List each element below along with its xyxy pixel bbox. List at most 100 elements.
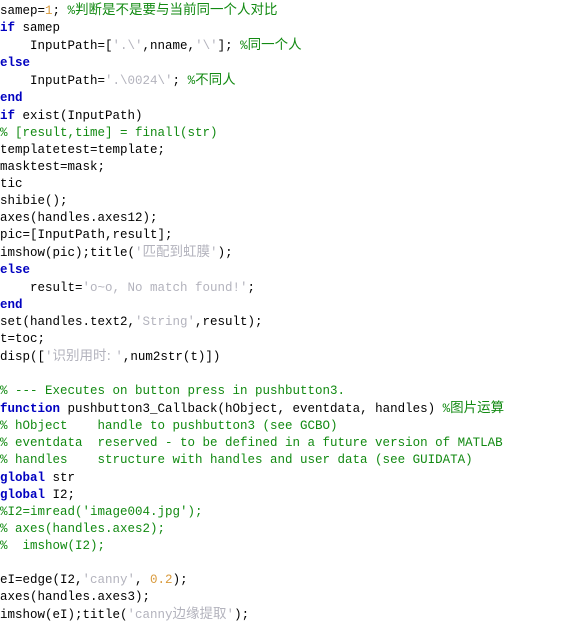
code-line: disp(['识别用时: ',num2str(t)])	[0, 348, 565, 366]
code-token-keyword: end	[0, 91, 23, 106]
code-token-string: '\'	[195, 39, 218, 54]
code-token-comment: 判断是不是要与当前同一个人对比	[75, 2, 278, 18]
code-token-plain: disp([	[0, 349, 46, 364]
code-token-string: '	[226, 608, 235, 623]
code-line: % handles structure with handles and use…	[0, 452, 565, 469]
code-line: %I2=imread('image004.jpg');	[0, 504, 565, 521]
code-token-string: 'String'	[135, 314, 196, 329]
code-token-string: '.\'	[112, 39, 143, 54]
code-token-comment: % --- Executes on button press in pushbu…	[0, 384, 346, 399]
code-token-keyword: if	[0, 108, 16, 123]
code-token-plain: InputPath=	[0, 74, 106, 89]
code-line: % [result,time] = finall(str)	[0, 125, 565, 142]
code-token-comment: %	[240, 39, 248, 54]
code-token-comment: 同一个人	[247, 37, 302, 54]
code-line: axes(handles.axes3);	[0, 589, 565, 606]
code-token-plain: imshow(eI);title(	[0, 608, 128, 623]
code-token-plain: set(handles.text2,	[0, 314, 136, 329]
code-line: imshow(pic);title('匹配到虹膜');	[0, 244, 565, 262]
code-token-plain: eI=edge(I2,	[0, 573, 83, 588]
code-token-keyword: global	[0, 487, 46, 502]
code-token-plain: imshow(pic);title(	[0, 246, 136, 261]
code-token-string: '	[115, 349, 123, 364]
code-token-keyword: function	[0, 402, 61, 417]
code-token-plain: ;	[247, 280, 256, 295]
code-token-plain: masktest=mask;	[0, 159, 106, 174]
code-line: if exist(InputPath)	[0, 108, 565, 125]
code-token-plain: samep	[15, 21, 61, 36]
code-token-plain: samep=	[0, 4, 46, 18]
code-token-string: 匹配到虹膜	[142, 244, 211, 261]
code-line: % --- Executes on button press in pushbu…	[0, 383, 565, 400]
code-line: t=toc;	[0, 331, 565, 348]
code-line: set(handles.text2,'String',result);	[0, 314, 565, 331]
code-token-keyword: else	[0, 263, 31, 278]
code-line: templatetest=template;	[0, 142, 565, 159]
code-token-string: 'canny	[127, 608, 173, 623]
code-token-comment: %I2=imread('image004.jpg');	[0, 504, 203, 519]
code-line: masktest=mask;	[0, 159, 565, 176]
code-token-comment: %	[67, 4, 76, 18]
code-token-plain: t=toc;	[0, 331, 46, 346]
code-token-plain: ,num2str(t)])	[122, 349, 221, 364]
code-token-number: 0.2	[150, 573, 173, 588]
code-line: shibie();	[0, 193, 565, 210]
code-token-comment: %	[442, 402, 451, 417]
code-line: % hObject handle to pushbutton3 (see GCB…	[0, 418, 565, 435]
code-token-string: 'canny'	[82, 573, 136, 588]
code-line: tic	[0, 176, 565, 193]
code-line: result='o~o, No match found!';	[0, 280, 565, 297]
code-token-string: 识别用时:	[52, 347, 116, 364]
code-line: end	[0, 297, 565, 314]
code-line: eI=edge(I2,'canny', 0.2);	[0, 572, 565, 589]
code-token-comment: % [result,time] = finall(str)	[0, 125, 218, 140]
code-line: % axes(handles.axes2);	[0, 521, 565, 538]
code-line: InputPath='.\0024\'; %不同人	[0, 72, 565, 90]
code-token-plain: ;	[172, 74, 188, 89]
code-line: InputPath=['.\',nname,'\']; %同一个人	[0, 37, 565, 55]
code-token-string: '.\0024\'	[105, 74, 173, 89]
code-token-plain: ,result);	[195, 314, 263, 329]
code-token-plain: pic=[InputPath,result];	[0, 228, 173, 243]
code-token-string: '	[210, 246, 218, 261]
code-token-comment: 不同人	[195, 72, 236, 89]
code-token-comment: % axes(handles.axes2);	[0, 521, 166, 536]
code-token-comment: 图片运算	[450, 400, 505, 417]
code-token-plain: ,nname,	[142, 39, 196, 54]
code-line: axes(handles.axes12);	[0, 210, 565, 227]
code-token-plain: ,	[135, 573, 151, 588]
code-line: global I2;	[0, 487, 565, 504]
code-line: pic=[InputPath,result];	[0, 227, 565, 244]
code-line: if samep	[0, 20, 565, 37]
code-token-plain: exist(InputPath)	[15, 108, 143, 123]
code-token-comment: %	[187, 74, 196, 89]
code-token-plain: );	[217, 246, 233, 261]
code-token-plain: tic	[0, 176, 23, 191]
code-token-keyword: else	[0, 56, 31, 71]
code-token-comment: % imshow(I2);	[0, 538, 106, 553]
code-token-plain: result=	[0, 280, 83, 295]
code-token-keyword: if	[0, 21, 16, 36]
code-token-string: 边缘提取	[172, 606, 227, 623]
code-token-plain: ;	[52, 4, 68, 18]
code-token-string: '	[45, 349, 53, 364]
code-line: function pushbutton3_Callback(hObject, e…	[0, 400, 565, 418]
code-token-string: 'o~o, No match found!'	[82, 280, 248, 295]
code-token-plain: pushbutton3_Callback(hObject, eventdata,…	[60, 402, 443, 417]
code-line: imshow(eI);title('canny边缘提取');	[0, 606, 565, 624]
code-token-plain: str	[45, 470, 76, 485]
code-token-plain: );	[234, 608, 250, 623]
code-token-plain: shibie();	[0, 194, 68, 209]
code-token-comment: % handles structure with handles and use…	[0, 453, 473, 468]
code-token-comment: % hObject handle to pushbutton3 (see GCB…	[0, 419, 338, 434]
matlab-code-listing[interactable]: samep=1; %判断是不是要与当前同一个人对比 if samep InputP…	[0, 0, 565, 624]
code-token-comment: % eventdata reserved - to be defined in …	[0, 436, 503, 451]
code-token-plain: axes(handles.axes12);	[0, 211, 158, 226]
code-token-keyword: end	[0, 297, 23, 312]
code-line: else	[0, 262, 565, 279]
code-token-plain: );	[172, 573, 188, 588]
code-line: else	[0, 55, 565, 72]
code-line: % imshow(I2);	[0, 538, 565, 555]
